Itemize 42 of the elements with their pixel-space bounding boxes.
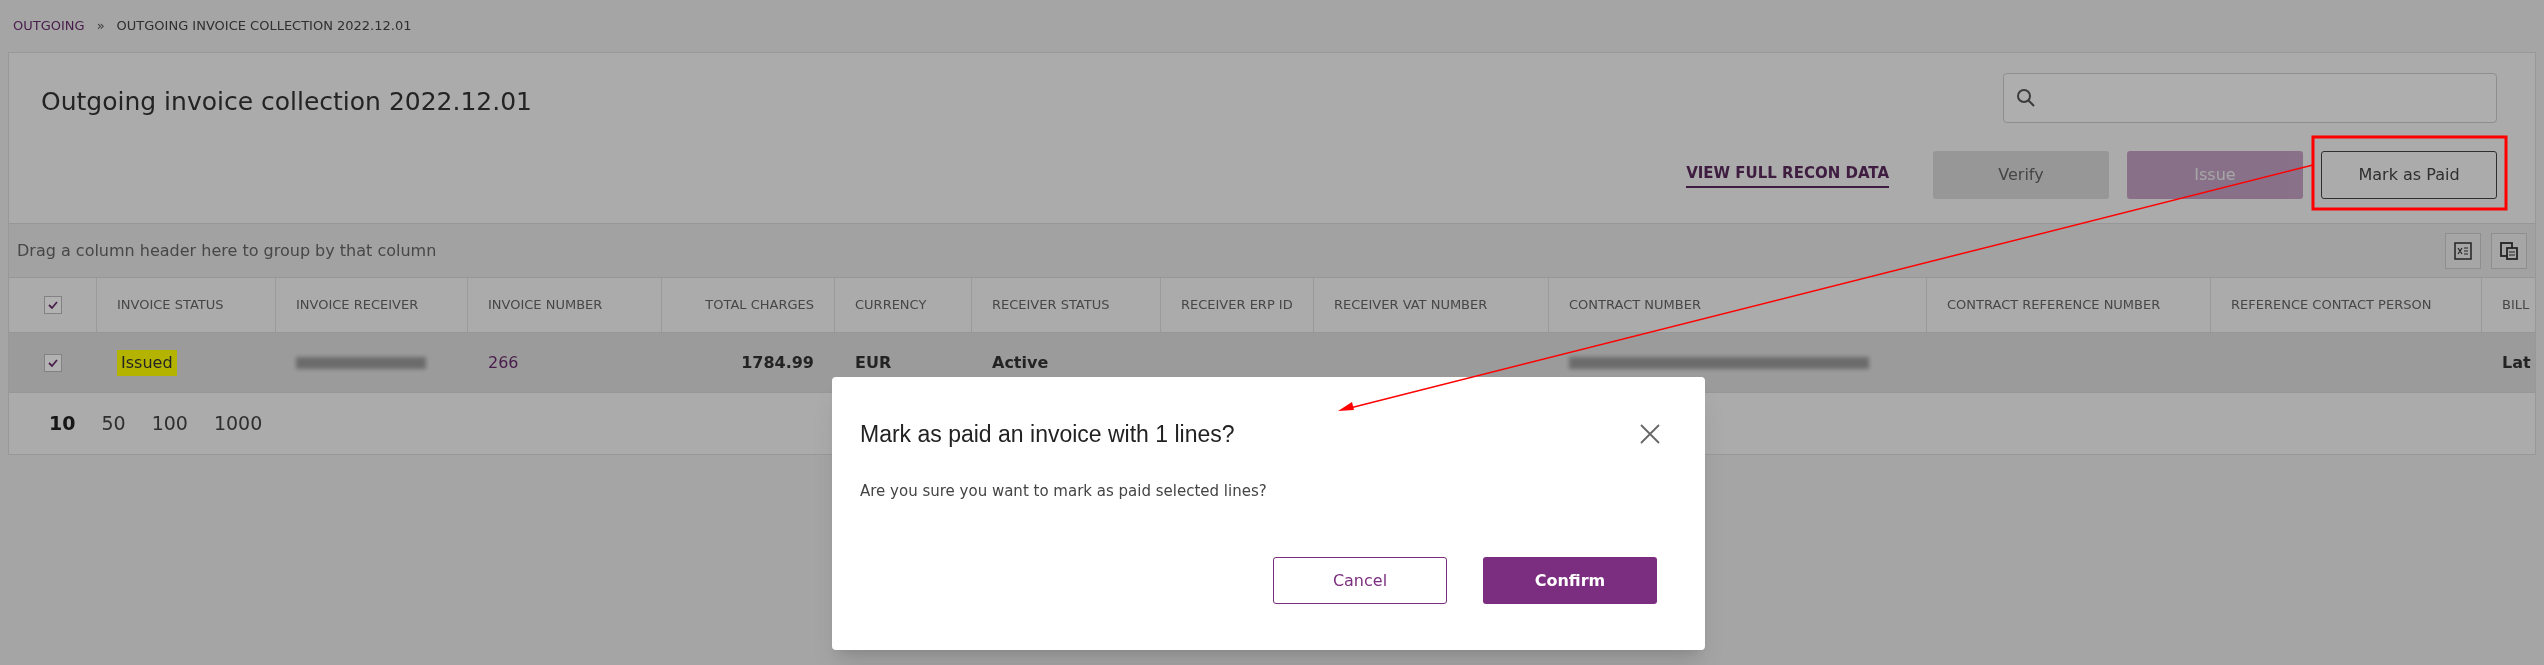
check-icon bbox=[46, 299, 59, 311]
table-cell-text: EUR bbox=[855, 351, 892, 374]
table-row[interactable]: Issued 266 1784.99 EUR Active Lat bbox=[9, 332, 2535, 392]
breadcrumb-separator: » bbox=[96, 17, 105, 36]
column-header[interactable]: CURRENCY bbox=[855, 295, 927, 315]
breadcrumb-current: OUTGOING INVOICE COLLECTION 2022.12.01 bbox=[116, 17, 412, 36]
recon-data-link[interactable]: VIEW FULL RECON DATA bbox=[1686, 161, 1889, 189]
column-header[interactable]: RECEIVER STATUS bbox=[992, 295, 1110, 315]
column-header[interactable]: INVOICE RECEIVER bbox=[296, 295, 419, 315]
column-header[interactable]: CONTRACT REFERENCE NUMBER bbox=[1947, 295, 2161, 315]
group-hint: Drag a column header here to group by that column bbox=[17, 239, 437, 262]
invoice-link[interactable]: 266 bbox=[488, 350, 519, 375]
search-icon bbox=[2016, 88, 2036, 108]
column-header[interactable]: RECEIVER ERP ID bbox=[1181, 295, 1293, 315]
column-chooser-icon[interactable] bbox=[2491, 232, 2527, 269]
page-title: Outgoing invoice collection 2022.12.01 bbox=[41, 86, 533, 118]
column-header[interactable]: REFERENCE CONTACT PERSON bbox=[2231, 295, 2432, 315]
column-header[interactable]: RECEIVER VAT NUMBER bbox=[1334, 295, 1488, 315]
cancel-button[interactable]: Cancel bbox=[1273, 557, 1447, 604]
page-size-option[interactable]: 1000 bbox=[213, 409, 263, 438]
checkbox[interactable] bbox=[43, 353, 62, 372]
mark-paid-button[interactable]: Mark as Paid bbox=[2321, 151, 2497, 199]
column-header[interactable]: BILL bbox=[2502, 295, 2530, 315]
dialog-message: Are you sure you want to mark as paid selected lines? bbox=[859, 480, 1268, 502]
column-header[interactable]: TOTAL CHARGES bbox=[705, 295, 814, 315]
column-header[interactable]: INVOICE STATUS bbox=[117, 295, 224, 315]
close-icon[interactable] bbox=[1639, 423, 1661, 446]
confirm-button[interactable]: Confirm bbox=[1483, 557, 1657, 604]
page-size-option[interactable]: 10 bbox=[49, 409, 76, 438]
page-size-option[interactable]: 100 bbox=[151, 409, 188, 438]
column-header[interactable]: INVOICE NUMBER bbox=[488, 295, 603, 315]
excel-export-icon[interactable] bbox=[2445, 232, 2481, 269]
status-tag: Issued bbox=[117, 349, 177, 376]
page-size-option[interactable]: 50 bbox=[101, 409, 126, 438]
table-cell-text: Active bbox=[992, 351, 1049, 374]
checkbox[interactable] bbox=[43, 296, 62, 314]
table-cell-text: Lat bbox=[2502, 351, 2531, 374]
breadcrumb-link[interactable]: OUTGOING bbox=[13, 16, 85, 36]
dialog-title: Mark as paid an invoice with 1 lines? bbox=[860, 420, 1235, 449]
column-header[interactable]: CONTRACT NUMBER bbox=[1569, 295, 1701, 315]
search-field[interactable] bbox=[2003, 73, 2497, 123]
table-cell-text: 1784.99 bbox=[741, 351, 814, 374]
